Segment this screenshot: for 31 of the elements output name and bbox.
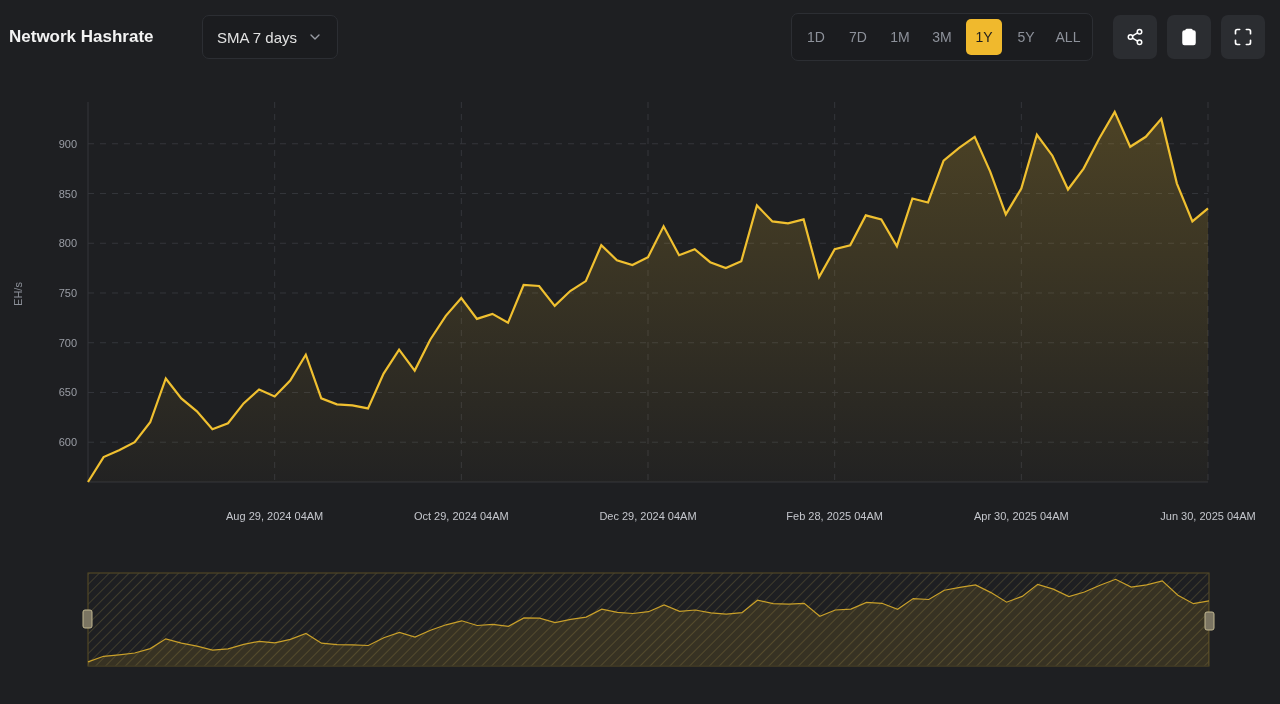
y-axis-label: 600 bbox=[58, 436, 77, 449]
y-axis-label: 900 bbox=[58, 137, 77, 150]
y-axis-label: 850 bbox=[58, 187, 77, 200]
range-handle[interactable] bbox=[82, 609, 93, 629]
x-axis-label: Jun 30, 2025 04AM bbox=[1160, 510, 1256, 522]
range-tab[interactable]: 1M bbox=[882, 19, 918, 55]
y-axis-title: EH/s bbox=[12, 282, 24, 306]
fullscreen-button[interactable] bbox=[1221, 15, 1265, 59]
x-axis-label: Apr 30, 2025 04AM bbox=[973, 510, 1069, 522]
range-handle[interactable] bbox=[1204, 611, 1215, 631]
y-axis-label: 800 bbox=[58, 237, 77, 250]
chart-title: Network Hashrate bbox=[9, 27, 155, 47]
x-axis-label: Oct 29, 2024 04AM bbox=[413, 510, 509, 522]
x-axis-label: Aug 29, 2024 04AM bbox=[226, 510, 324, 522]
range-tab[interactable]: 1D bbox=[798, 19, 834, 55]
range-tab[interactable]: 3M bbox=[924, 19, 960, 55]
x-axis-label: Dec 29, 2024 04AM bbox=[599, 510, 697, 522]
range-tab[interactable]: 7D bbox=[840, 19, 876, 55]
y-axis-label: 700 bbox=[58, 336, 77, 349]
x-axis-label: Feb 28, 2025 04AM bbox=[786, 510, 883, 522]
y-axis-label: 650 bbox=[58, 386, 77, 399]
range-tab[interactable]: ALL bbox=[1050, 19, 1086, 55]
fullscreen-icon bbox=[1233, 27, 1253, 47]
range-tab[interactable]: 5Y bbox=[1008, 19, 1044, 55]
range-tab[interactable]: 1Y bbox=[966, 19, 1002, 55]
share-icon bbox=[1126, 28, 1144, 46]
average-dropdown[interactable]: SMA 7 days bbox=[202, 15, 339, 59]
clipboard-icon bbox=[1180, 28, 1198, 46]
y-axis-label: 750 bbox=[58, 287, 77, 299]
clipboard-button[interactable] bbox=[1167, 15, 1211, 59]
share-button[interactable] bbox=[1113, 15, 1157, 59]
